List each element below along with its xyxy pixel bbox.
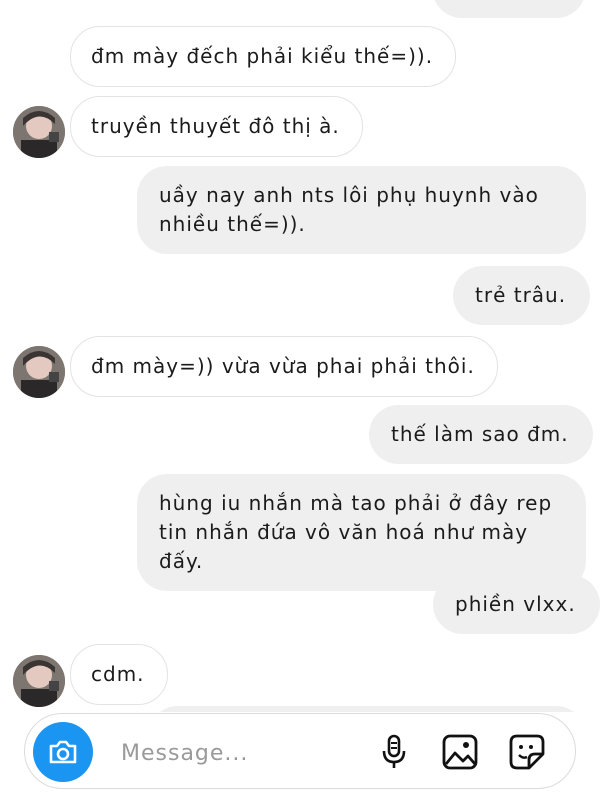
voice-message-button[interactable] — [374, 732, 414, 772]
sticker-button[interactable] — [507, 732, 547, 772]
incoming-message-bubble[interactable]: cdm. — [70, 644, 168, 705]
outgoing-message-bubble[interactable]: hùng iu nhắn mà tao phải ở đây rep tin n… — [137, 474, 586, 591]
outgoing-message-bubble[interactable]: uầy nay anh nts lôi phụ huynh vào nhiều … — [137, 166, 586, 254]
sender-avatar[interactable] — [13, 346, 65, 398]
camera-button[interactable] — [33, 722, 93, 782]
gallery-button[interactable] — [440, 732, 480, 772]
sticker-icon — [509, 734, 545, 770]
camera-icon — [49, 740, 77, 764]
incoming-message-bubble[interactable]: đm mày=)) vừa vừa phai phải thôi. — [70, 336, 498, 397]
outgoing-message-bubble[interactable]: thế làm sao đm. — [369, 405, 593, 464]
message-input[interactable] — [119, 732, 363, 774]
incoming-message-bubble[interactable]: đm mày đếch phải kiểu thế=)). — [70, 26, 457, 87]
microphone-icon — [382, 734, 406, 768]
incoming-message-bubble[interactable]: truyền thuyết đô thị à. — [70, 96, 363, 157]
outgoing-message-bubble[interactable] — [148, 706, 586, 712]
image-icon — [442, 734, 478, 770]
outgoing-message-bubble[interactable]: phiền vlxx. — [433, 575, 600, 634]
sender-avatar[interactable] — [13, 655, 65, 707]
sender-avatar[interactable] — [13, 106, 65, 158]
outgoing-message-bubble[interactable] — [432, 0, 586, 18]
message-thread[interactable]: đm mày đếch phải kiểu thế=)). truyền thu… — [0, 0, 600, 712]
message-composer — [24, 713, 576, 789]
outgoing-message-bubble[interactable]: trẻ trâu. — [453, 266, 591, 325]
